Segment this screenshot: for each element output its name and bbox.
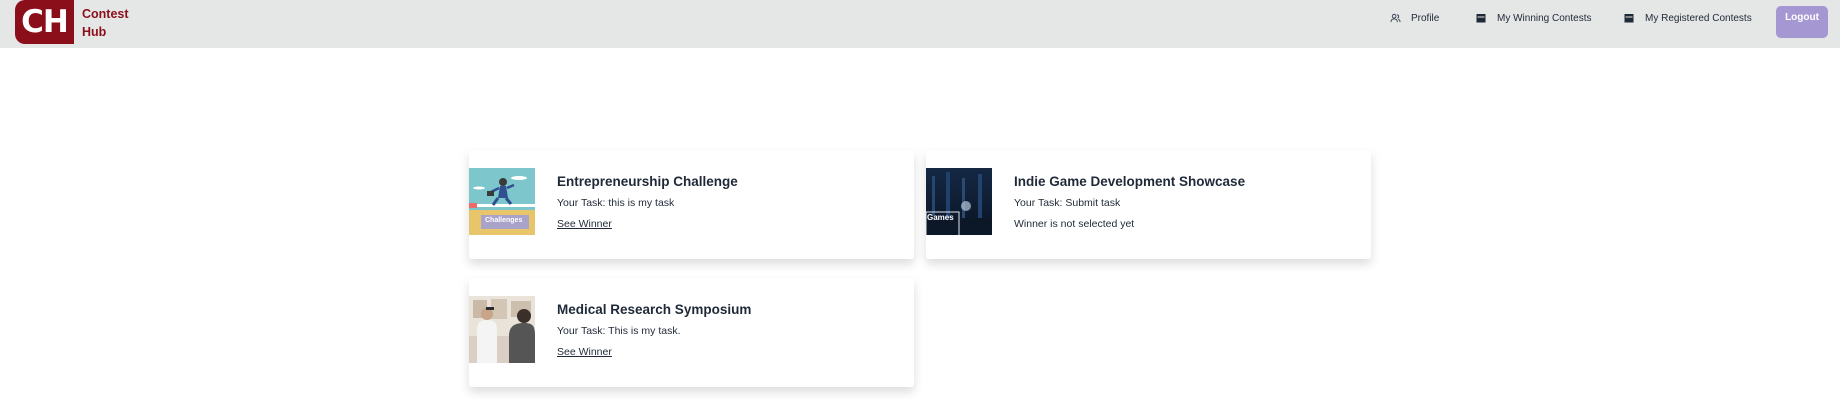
contest-card: Medical Research Symposium Your Task: Th… — [469, 278, 914, 387]
calendar-icon — [1623, 12, 1635, 24]
top-navbar: CH Contest Hub Profile My Winning Contes… — [0, 0, 1840, 48]
contest-task: Your Task: this is my task — [557, 197, 675, 209]
brand-logo[interactable]: CH Contest Hub — [15, 0, 142, 44]
nav-my-registered-contests[interactable]: My Registered Contests — [1623, 0, 1752, 36]
nav-my-winning-contests[interactable]: My Winning Contests — [1475, 0, 1591, 36]
logout-button[interactable]: Logout — [1776, 6, 1828, 38]
logo-badge: CH — [15, 0, 74, 44]
contest-title: Indie Game Development Showcase — [1014, 174, 1246, 189]
contest-title: Entrepreneurship Challenge — [557, 174, 738, 189]
indie-game-image-caption: Games — [927, 213, 954, 222]
contest-image-indie-game: Games — [926, 168, 992, 235]
contest-title: Medical Research Symposium — [557, 302, 752, 317]
nav-winning-label: My Winning Contests — [1497, 12, 1592, 24]
nav-registered-label: My Registered Contests — [1645, 12, 1752, 24]
see-winner-link[interactable]: See Winner — [557, 218, 612, 230]
calendar-icon — [1475, 12, 1487, 24]
see-winner-link[interactable]: See Winner — [557, 346, 612, 358]
contest-image-medical-research — [469, 296, 535, 363]
contest-image-entrepreneurship: Challenges — [469, 168, 535, 235]
brand-name: Contest Hub — [82, 7, 129, 39]
contest-task: Your Task: Submit task — [1014, 197, 1121, 209]
users-icon — [1389, 12, 1401, 24]
nav-profile-label: Profile — [1411, 12, 1440, 24]
winner-status: Winner is not selected yet — [1014, 218, 1135, 230]
nav-profile[interactable]: Profile — [1389, 0, 1439, 36]
contest-card: Challenges Entrepreneurship Challenge Yo… — [469, 150, 914, 259]
contest-task: Your Task: This is my task. — [557, 325, 681, 337]
contest-card: Games Indie Game Development Showcase Yo… — [926, 150, 1371, 259]
